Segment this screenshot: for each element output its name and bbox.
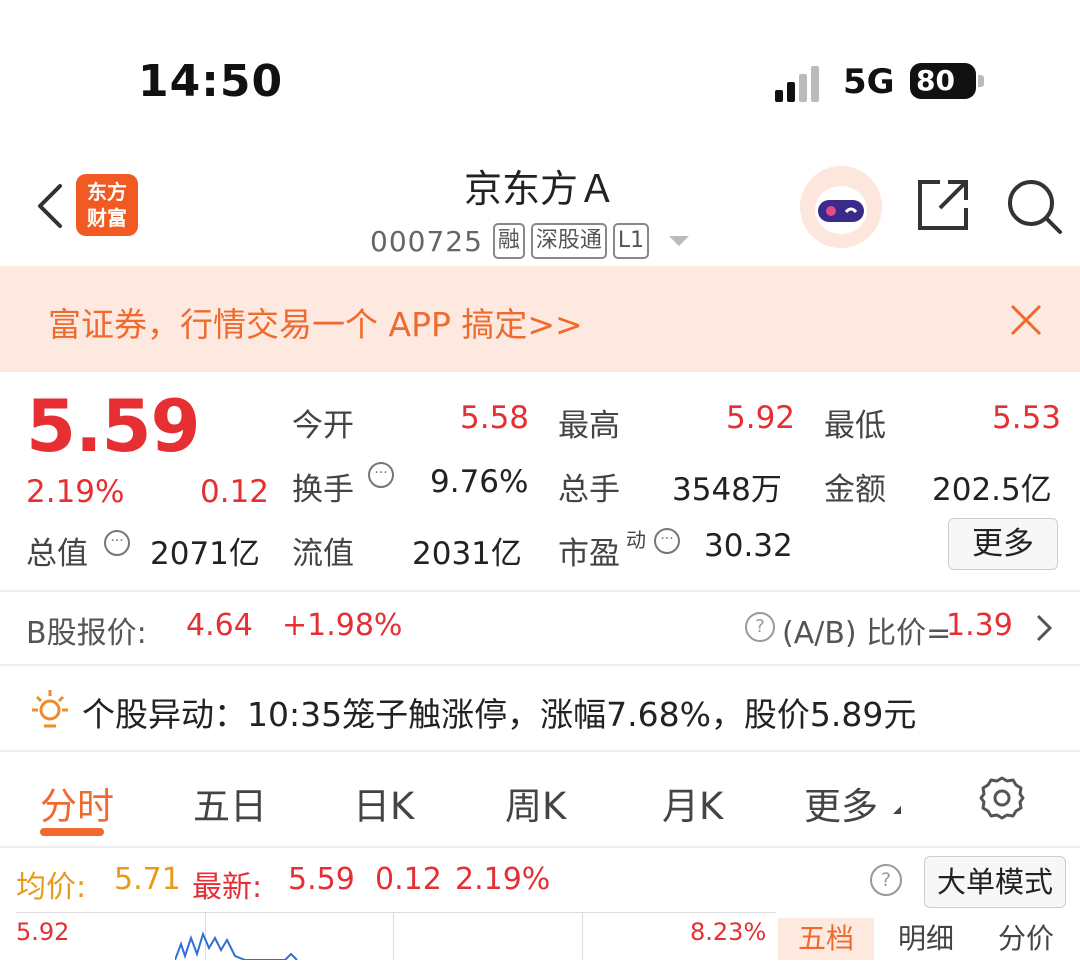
info-icon[interactable]: ··· xyxy=(368,462,394,488)
turnover-label: 换手 xyxy=(292,472,354,508)
pe-superscript: 动 xyxy=(626,528,646,552)
chart-gridline xyxy=(582,912,583,960)
float-value: 2031亿 xyxy=(412,536,522,572)
divider xyxy=(0,664,1080,666)
amount-label: 金额 xyxy=(824,472,886,508)
battery-tip xyxy=(978,75,984,87)
ab-ratio-label[interactable]: (A/B) 比价= xyxy=(782,608,951,652)
info-icon[interactable]: ··· xyxy=(654,528,680,554)
robot-assistant-icon[interactable] xyxy=(800,166,882,248)
open-label: 今开 xyxy=(292,408,354,444)
tab-weekly-k[interactable]: 周K xyxy=(505,776,566,830)
big-order-mode-button[interactable]: 大单模式 xyxy=(924,856,1066,908)
latest-change-percent: 2.19% xyxy=(455,862,551,897)
b-share-change: +1.98% xyxy=(282,608,403,643)
volume-value: 3548万 xyxy=(672,472,782,508)
search-icon[interactable] xyxy=(1004,176,1064,236)
tab-daily-k[interactable]: 日K xyxy=(353,776,414,830)
stock-alert-text[interactable]: 个股异动：10:35笼子触涨停，涨幅7.68%，股价5.89元 xyxy=(82,688,916,736)
active-tab-indicator xyxy=(40,828,104,836)
intraday-chart[interactable] xyxy=(16,912,776,961)
y-axis-high-pct: 8.23% xyxy=(690,918,767,946)
tag-level: L1 xyxy=(612,223,650,259)
gear-icon[interactable] xyxy=(978,774,1026,822)
tab-order-book[interactable]: 五档 xyxy=(778,918,874,960)
current-price: 5.59 xyxy=(26,384,201,468)
total-value-label: 总值 xyxy=(26,536,88,572)
ab-ratio-value[interactable]: 1.39 xyxy=(946,608,1013,643)
tab-price-distribution[interactable]: 分价 xyxy=(978,918,1074,960)
tab-five-day[interactable]: 五日 xyxy=(193,776,267,830)
help-icon[interactable]: ? xyxy=(745,612,775,642)
tag-shenzhen-connect: 深股通 xyxy=(530,223,607,259)
avg-price-value: 5.71 xyxy=(114,862,181,897)
open-value: 5.58 xyxy=(460,400,530,436)
float-value-label: 流值 xyxy=(292,536,354,572)
close-icon[interactable] xyxy=(1008,302,1044,338)
battery-icon: 80 xyxy=(910,63,976,99)
tag-margin: 融 xyxy=(492,223,525,259)
amount-value: 202.5亿 xyxy=(932,472,1052,508)
turnover-value: 9.76% xyxy=(430,464,529,500)
tab-details[interactable]: 明细 xyxy=(878,918,974,960)
high-value: 5.92 xyxy=(726,400,796,436)
high-label: 最高 xyxy=(558,408,620,444)
network-type: 5G xyxy=(843,62,895,102)
change-percent: 2.19% xyxy=(26,474,125,510)
b-share-label: B股报价: xyxy=(26,616,147,651)
stock-code: 000725 xyxy=(370,224,483,258)
pe-label: 市盈 xyxy=(558,536,620,572)
low-label: 最低 xyxy=(824,408,886,444)
latest-change-value: 0.12 xyxy=(375,862,442,897)
chart-gridline xyxy=(393,912,394,960)
volume-label: 总手 xyxy=(558,472,620,508)
latest-price-label: 最新: xyxy=(192,870,263,905)
avg-price-label: 均价: xyxy=(16,870,87,905)
latest-price-value: 5.59 xyxy=(288,862,355,897)
caret-icon xyxy=(893,806,901,814)
help-icon[interactable]: ? xyxy=(870,864,902,896)
change-amount: 0.12 xyxy=(200,474,270,510)
chevron-right-icon[interactable] xyxy=(1032,612,1056,644)
b-share-price: 4.64 xyxy=(186,608,253,643)
price-line xyxy=(175,931,298,960)
tab-monthly-k[interactable]: 月K xyxy=(662,776,723,830)
stock-subline[interactable]: 000725 融 深股通 L1 xyxy=(370,221,690,261)
chevron-down-icon xyxy=(669,236,690,246)
tab-more[interactable]: 更多 xyxy=(804,776,878,830)
info-icon[interactable]: ··· xyxy=(104,530,130,556)
more-button[interactable]: 更多 xyxy=(948,518,1058,570)
share-icon[interactable] xyxy=(914,176,972,234)
promo-banner-text[interactable]: 富证券，行情交易一个 APP 搞定>> xyxy=(48,298,583,346)
cellular-signal-icon xyxy=(775,66,827,102)
divider xyxy=(0,590,1080,592)
lightbulb-icon xyxy=(32,690,68,728)
status-time: 14:50 xyxy=(138,56,284,107)
tab-intraday[interactable]: 分时 xyxy=(40,776,114,830)
low-value: 5.53 xyxy=(992,400,1062,436)
pe-value: 30.32 xyxy=(704,528,793,564)
divider xyxy=(0,750,1080,752)
divider xyxy=(0,846,1080,848)
total-value: 2071亿 xyxy=(150,536,260,572)
y-axis-high: 5.92 xyxy=(16,918,70,946)
